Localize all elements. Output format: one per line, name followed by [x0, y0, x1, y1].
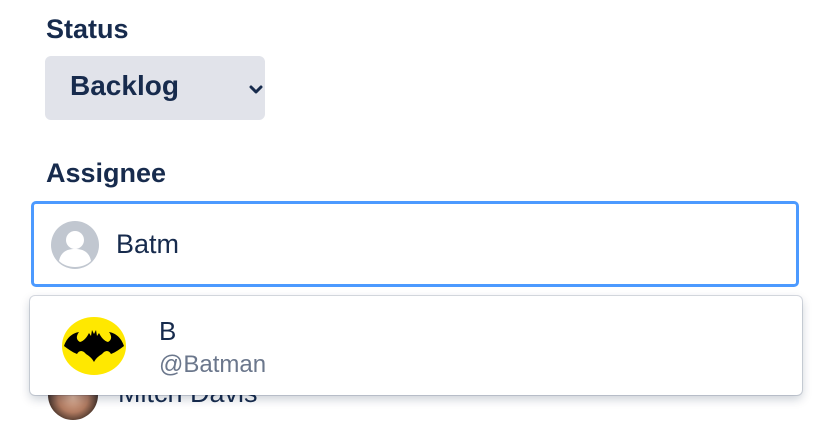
default-avatar-icon: [51, 221, 99, 269]
suggestion-display-name: B: [159, 316, 177, 346]
suggestion-username: @Batman: [159, 351, 267, 378]
status-label: Status: [46, 14, 129, 44]
assignee-search-input[interactable]: [116, 222, 756, 266]
status-dropdown[interactable]: Backlog: [45, 56, 265, 120]
assignee-label: Assignee: [46, 158, 167, 188]
chevron-down-icon: [248, 83, 264, 101]
status-selected-value: Backlog: [70, 70, 179, 101]
assignee-suggestion-menu: B @Batman: [30, 296, 802, 395]
assignee-search-field[interactable]: [31, 201, 799, 287]
suggestion-item-batman[interactable]: B @Batman: [30, 296, 802, 395]
bat-symbol-icon: [61, 316, 127, 376]
